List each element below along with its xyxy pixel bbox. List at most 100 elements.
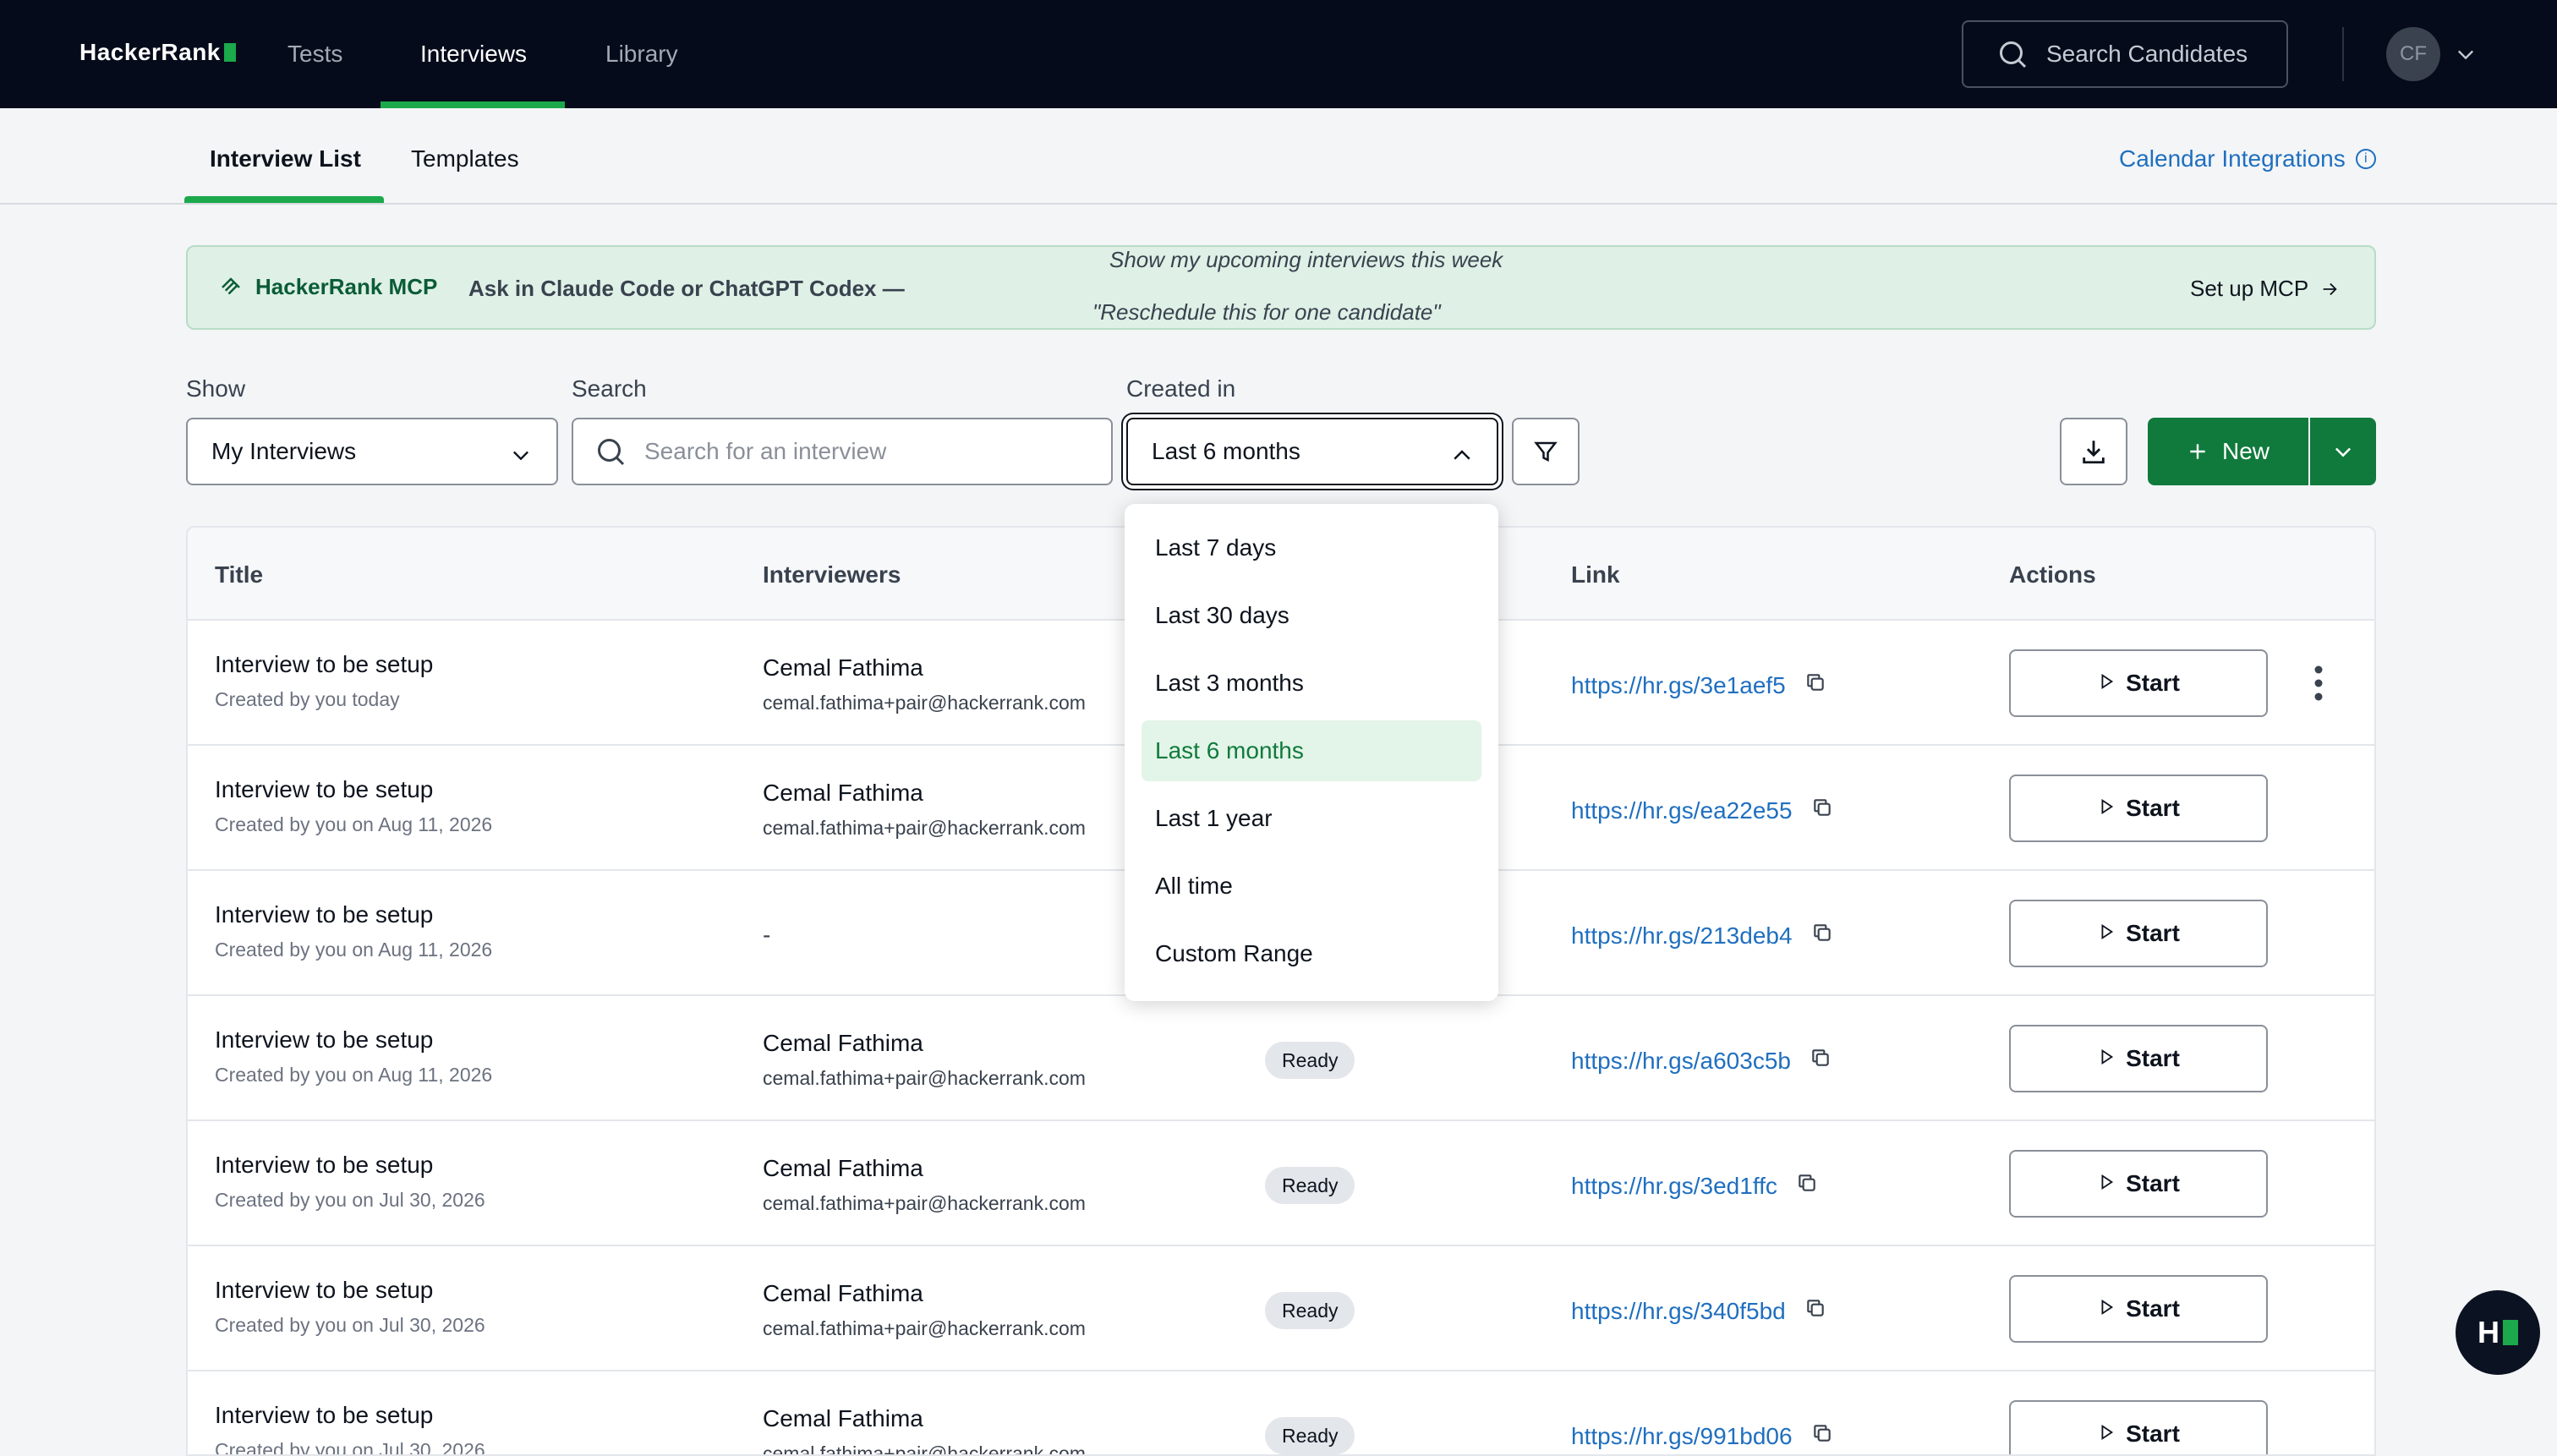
- dropdown-option[interactable]: Last 6 months: [1142, 720, 1481, 781]
- interview-created: Created by you on Aug 11, 2026: [215, 939, 493, 961]
- interview-link[interactable]: https://hr.gs/991bd06: [1571, 1423, 1793, 1450]
- logo-text: HackerRank: [79, 39, 221, 65]
- status-badge: Ready: [1265, 1417, 1355, 1454]
- interview-title[interactable]: Interview to be setup: [215, 1152, 433, 1179]
- more-options-icon[interactable]: [2302, 663, 2335, 703]
- table-row[interactable]: Interview to be setup Created by you on J…: [188, 1246, 2374, 1371]
- table-row[interactable]: Interview to be setup Created by you on A…: [188, 996, 2374, 1121]
- interview-link-cell: https://hr.gs/991bd06: [1571, 1422, 1833, 1450]
- setup-mcp-link[interactable]: Set up MCP: [2190, 276, 2339, 302]
- interview-title[interactable]: Interview to be setup: [215, 776, 433, 803]
- search-candidates-button[interactable]: Search Candidates: [1962, 20, 2288, 88]
- interviewer-empty: -: [763, 922, 771, 948]
- chevron-down-icon[interactable]: [2454, 42, 2478, 66]
- interview-created: Created by you on Aug 11, 2026: [215, 813, 493, 835]
- interview-link-cell: https://hr.gs/3ed1ffc: [1571, 1172, 1818, 1200]
- interview-link[interactable]: https://hr.gs/ea22e55: [1571, 797, 1793, 824]
- interview-title[interactable]: Interview to be setup: [215, 1402, 433, 1429]
- nav-interviews[interactable]: Interviews: [420, 41, 527, 68]
- interview-title[interactable]: Interview to be setup: [215, 901, 433, 928]
- interview-link[interactable]: https://hr.gs/3e1aef5: [1571, 672, 1786, 699]
- start-button[interactable]: Start: [2009, 900, 2268, 967]
- interview-title[interactable]: Interview to be setup: [215, 1277, 433, 1304]
- new-options-dropdown-button[interactable]: [2310, 418, 2376, 485]
- help-chat-button[interactable]: H: [2456, 1290, 2540, 1375]
- dropdown-option[interactable]: Last 3 months: [1142, 653, 1481, 714]
- tab-templates[interactable]: Templates: [411, 145, 519, 172]
- copy-icon[interactable]: [1811, 796, 1833, 824]
- new-interview-button[interactable]: New: [2148, 418, 2308, 485]
- start-button[interactable]: Start: [2009, 649, 2268, 717]
- interview-created: Created by you on Jul 30, 2026: [215, 1314, 485, 1336]
- start-label: Start: [2126, 1420, 2180, 1447]
- play-icon: [2097, 670, 2126, 697]
- start-button[interactable]: Start: [2009, 1275, 2268, 1343]
- play-icon: [2097, 1295, 2126, 1322]
- interviewer-email: cemal.fathima+pair@hackerrank.com: [763, 1192, 1086, 1214]
- interview-created: Created by you on Jul 30, 2026: [215, 1439, 485, 1456]
- interview-link-cell: https://hr.gs/3e1aef5: [1571, 671, 1826, 699]
- copy-icon[interactable]: [1804, 1297, 1826, 1325]
- interview-link[interactable]: https://hr.gs/213deb4: [1571, 922, 1793, 950]
- copy-icon[interactable]: [1810, 1047, 1832, 1075]
- dropdown-option[interactable]: Custom Range: [1142, 923, 1481, 984]
- table-row[interactable]: Interview to be setup Created by you on J…: [188, 1121, 2374, 1246]
- interview-title[interactable]: Interview to be setup: [215, 1026, 433, 1054]
- tab-interview-list[interactable]: Interview List: [210, 145, 361, 172]
- search-candidates-label: Search Candidates: [2046, 41, 2248, 67]
- search-interview-input[interactable]: Search for an interview: [572, 418, 1113, 485]
- mcp-rotating-prompt-2: "Reschedule this for one candidate": [1092, 299, 1441, 325]
- nav-tests[interactable]: Tests: [287, 41, 342, 68]
- nav-library[interactable]: Library: [605, 41, 678, 68]
- start-button[interactable]: Start: [2009, 775, 2268, 842]
- start-label: Start: [2126, 920, 2180, 946]
- info-icon[interactable]: i: [2355, 149, 2376, 169]
- created-in-select[interactable]: Last 6 months: [1123, 414, 1502, 489]
- interview-link-cell: https://hr.gs/213deb4: [1571, 922, 1833, 950]
- filter-icon: [1534, 441, 1558, 463]
- mcp-brand: HackerRank MCP: [218, 274, 437, 300]
- avatar[interactable]: CF: [2386, 27, 2440, 81]
- play-icon: [2097, 920, 2126, 947]
- interviewer-name: Cemal Fathima: [763, 1280, 923, 1306]
- calendar-integrations-label: Calendar Integrations: [2119, 145, 2346, 172]
- status-badge: Ready: [1265, 1167, 1355, 1204]
- header-title: Title: [215, 561, 264, 588]
- interviewer-name: Cemal Fathima: [763, 1030, 923, 1056]
- status-badge: Ready: [1265, 1042, 1355, 1079]
- interviewer-name: Cemal Fathima: [763, 1155, 923, 1181]
- calendar-integrations-link[interactable]: Calendar Integrations i: [2119, 145, 2376, 172]
- start-button[interactable]: Start: [2009, 1400, 2268, 1454]
- play-icon: [2097, 1170, 2126, 1197]
- dropdown-option[interactable]: Last 30 days: [1142, 585, 1481, 646]
- start-label: Start: [2126, 1170, 2180, 1196]
- dropdown-option[interactable]: Last 7 days: [1142, 517, 1481, 578]
- interview-title[interactable]: Interview to be setup: [215, 651, 433, 678]
- interview-link[interactable]: https://hr.gs/a603c5b: [1571, 1048, 1791, 1075]
- interview-link[interactable]: https://hr.gs/340f5bd: [1571, 1298, 1786, 1325]
- copy-icon[interactable]: [1811, 922, 1833, 950]
- copy-icon[interactable]: [1804, 671, 1826, 699]
- dropdown-option[interactable]: All time: [1142, 856, 1481, 917]
- table-row[interactable]: Interview to be setup Created by you on J…: [188, 1371, 2374, 1456]
- dropdown-option[interactable]: Last 1 year: [1142, 788, 1481, 849]
- interview-link[interactable]: https://hr.gs/3ed1ffc: [1571, 1173, 1777, 1200]
- header-interviewers: Interviewers: [763, 561, 901, 588]
- mcp-logo-icon: [222, 276, 240, 294]
- copy-icon[interactable]: [1811, 1422, 1833, 1450]
- filter-button[interactable]: [1512, 418, 1580, 485]
- nav-active-indicator: [381, 101, 565, 108]
- start-label: Start: [2126, 670, 2180, 696]
- fab-logo-mark: [2503, 1320, 2518, 1345]
- hackerrank-logo[interactable]: HackerRank: [79, 39, 236, 66]
- show-select[interactable]: My Interviews: [186, 418, 558, 485]
- start-button[interactable]: Start: [2009, 1150, 2268, 1218]
- search-icon: [2000, 41, 2027, 68]
- interview-created: Created by you on Jul 30, 2026: [215, 1189, 485, 1211]
- copy-icon[interactable]: [1796, 1172, 1818, 1200]
- chevron-down-icon: [513, 451, 528, 461]
- search-placeholder: Search for an interview: [644, 438, 887, 464]
- mcp-rotating-prompt-1: Show my upcoming interviews this week: [1109, 247, 1503, 272]
- download-button[interactable]: [2060, 418, 2127, 485]
- start-button[interactable]: Start: [2009, 1025, 2268, 1092]
